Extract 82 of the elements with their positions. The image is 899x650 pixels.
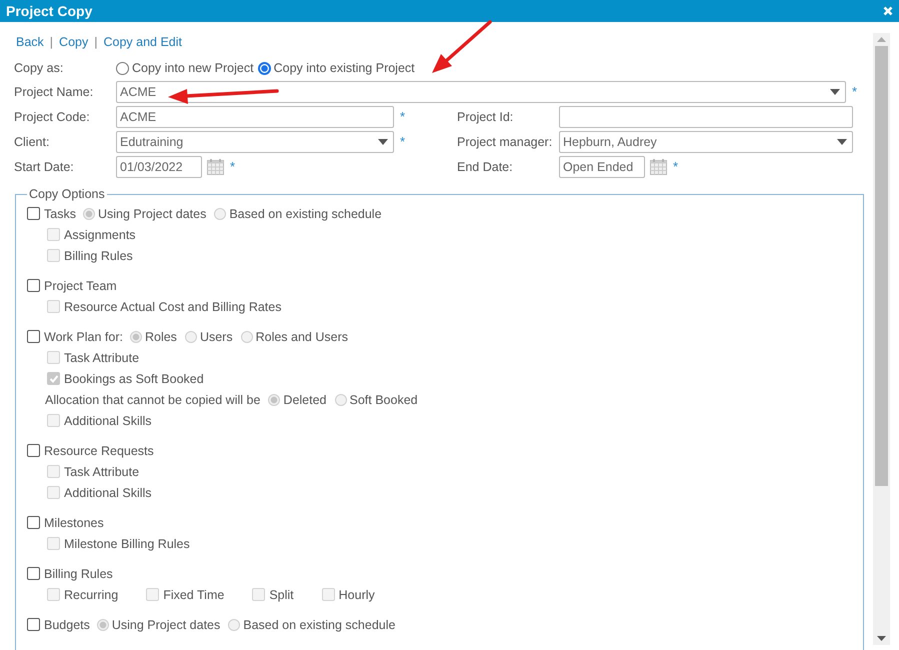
- radio-label: Users: [200, 330, 233, 344]
- dropdown-value: Hepburn, Audrey: [563, 134, 657, 148]
- radio-label: Based on existing schedule: [243, 618, 396, 632]
- checkbox[interactable]: [27, 567, 40, 580]
- checkbox[interactable]: [27, 279, 40, 292]
- checkbox[interactable]: [27, 444, 40, 457]
- checkbox-label: Resource Actual Cost and Billing Rates: [64, 300, 282, 314]
- text-field[interactable]: [559, 106, 853, 128]
- checkbox[interactable]: [27, 516, 40, 529]
- field-label: Project Code:: [14, 110, 91, 124]
- required-asterisk: *: [852, 84, 858, 99]
- checkbox-label: Billing Rules: [44, 566, 113, 580]
- checkbox-label: Project Team: [44, 278, 117, 292]
- radio-label: Using Project dates: [112, 618, 220, 632]
- dropdown-field[interactable]: Edutraining: [116, 130, 394, 152]
- dropdown-caret-icon: [378, 138, 388, 144]
- radio-label: Using Project dates: [98, 206, 206, 220]
- dropdown-caret-icon: [830, 88, 840, 94]
- checkbox-label: Milestones: [44, 516, 104, 530]
- checkbox-label: Split: [269, 588, 294, 602]
- calendar-icon[interactable]: [650, 158, 667, 175]
- text-field[interactable]: ACME: [116, 106, 394, 128]
- option-label: Allocation that cannot be copied will be: [45, 392, 260, 406]
- dropdown-field[interactable]: ACME: [116, 80, 846, 102]
- radio-label: Copy into new Project: [132, 61, 254, 75]
- checkbox-label: Hourly: [338, 588, 375, 602]
- nav-link[interactable]: Copy: [59, 35, 88, 49]
- radio-label: Copy into existing Project: [274, 61, 415, 75]
- field-label: Project Name:: [14, 84, 94, 98]
- panel-legend: Copy Options: [27, 187, 107, 201]
- radio-button[interactable]: [258, 62, 271, 74]
- required-asterisk: *: [673, 159, 679, 174]
- checkbox-label: Budgets: [44, 618, 90, 632]
- window-title: Project Copy: [6, 3, 92, 19]
- scroll-up-icon[interactable]: [877, 37, 886, 42]
- checkbox-label: Recurring: [64, 588, 118, 602]
- checkbox-label: Additional Skills: [64, 486, 152, 500]
- scrollbar[interactable]: [873, 33, 890, 645]
- field-label: End Date:: [457, 160, 514, 174]
- checkbox-label: Task Attribute: [64, 350, 140, 364]
- checkbox-label: Billing Rules: [64, 248, 133, 262]
- radio-label: Roles: [144, 330, 177, 344]
- radio-label: Based on existing schedule: [229, 206, 382, 220]
- link-separator: |: [50, 35, 54, 49]
- checkbox[interactable]: [27, 207, 40, 220]
- required-asterisk: *: [230, 159, 236, 174]
- checkbox-label: Resource Requests: [44, 444, 154, 458]
- scroll-down-icon[interactable]: [877, 636, 886, 641]
- required-asterisk: *: [400, 134, 406, 149]
- nav-link[interactable]: Copy and Edit: [103, 35, 182, 49]
- radio-label: Deleted: [283, 392, 327, 406]
- dropdown-value: ACME: [120, 84, 156, 98]
- checkbox[interactable]: [27, 330, 40, 343]
- annotation-arrow: [432, 20, 492, 73]
- date-field[interactable]: 01/03/2022: [116, 156, 202, 178]
- nav-link[interactable]: Back: [16, 35, 44, 49]
- field-label: Start Date:: [14, 160, 75, 174]
- field-label: Project Id:: [457, 110, 514, 124]
- dropdown-value: Edutraining: [120, 134, 184, 148]
- checkbox-label: Work Plan for:: [44, 330, 123, 344]
- checkbox[interactable]: [27, 618, 40, 631]
- field-label: Client:: [14, 134, 50, 148]
- checkbox-label: Assignments: [64, 228, 136, 242]
- radio-button[interactable]: [116, 62, 129, 74]
- field-label: Project manager:: [457, 134, 554, 148]
- close-icon[interactable]: [883, 6, 893, 16]
- date-field[interactable]: Open Ended: [559, 156, 645, 178]
- dropdown-caret-icon: [837, 138, 847, 144]
- dropdown-field[interactable]: Hepburn, Audrey: [559, 130, 853, 152]
- checkbox-label: Tasks: [44, 206, 76, 220]
- checkbox-label: Fixed Time: [163, 588, 224, 602]
- field-label: Copy as:: [14, 61, 64, 75]
- radio-label: Soft Booked: [350, 392, 418, 406]
- link-separator: |: [94, 35, 98, 49]
- checkbox-label: Task Attribute: [64, 464, 140, 478]
- radio-label: Roles and Users: [256, 330, 348, 344]
- scrollbar-thumb[interactable]: [875, 46, 888, 486]
- checkbox-label: Additional Skills: [64, 414, 152, 428]
- checkbox-label: Bookings as Soft Booked: [64, 372, 204, 386]
- calendar-icon[interactable]: [207, 158, 224, 175]
- required-asterisk: *: [400, 109, 406, 124]
- checkbox-label: Milestone Billing Rules: [64, 536, 190, 550]
